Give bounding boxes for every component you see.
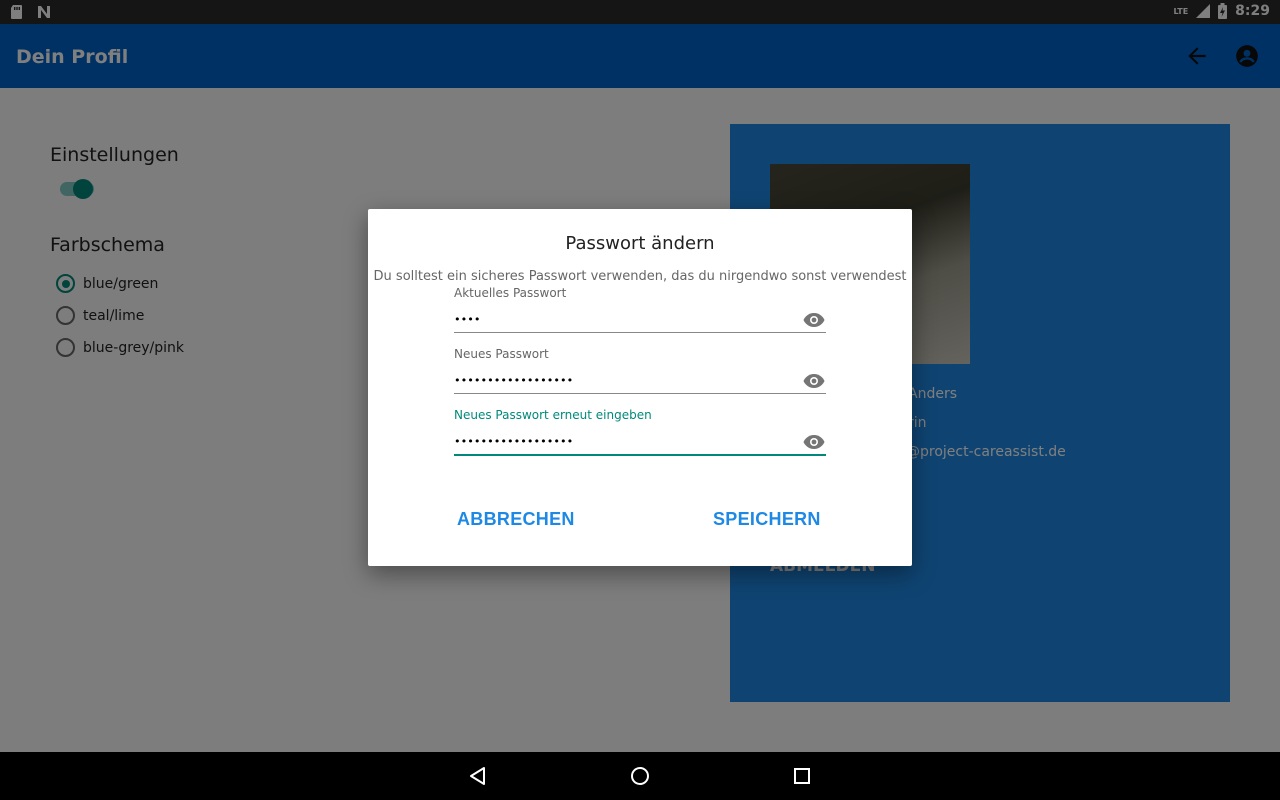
- save-button[interactable]: SPEICHERN: [713, 505, 821, 534]
- current-password-input[interactable]: [454, 308, 784, 331]
- confirm-password-input[interactable]: [454, 430, 784, 453]
- field-label: Neues Passwort: [454, 347, 549, 361]
- visibility-eye-icon[interactable]: [802, 369, 826, 393]
- visibility-eye-icon[interactable]: [802, 430, 826, 454]
- field-label: Neues Passwort erneut eingeben: [454, 408, 652, 422]
- confirm-password-field: Neues Passwort erneut eingeben: [454, 408, 826, 456]
- system-nav-bar: [0, 752, 1280, 800]
- nav-recents-icon[interactable]: [790, 764, 814, 788]
- nav-back-icon[interactable]: [466, 764, 490, 788]
- visibility-eye-icon[interactable]: [802, 308, 826, 332]
- dialog-subtitle: Du solltest ein sicheres Passwort verwen…: [373, 269, 907, 284]
- change-password-dialog: Passwort ändern Du solltest ein sicheres…: [368, 209, 912, 566]
- field-input-wrapper: [454, 308, 826, 333]
- current-password-field: Aktuelles Passwort: [454, 286, 826, 333]
- field-input-wrapper: [454, 430, 826, 456]
- new-password-input[interactable]: [454, 369, 784, 392]
- field-input-wrapper: [454, 369, 826, 394]
- cancel-button[interactable]: ABBRECHEN: [457, 505, 575, 534]
- dialog-title: Passwort ändern: [565, 233, 715, 254]
- new-password-field: Neues Passwort: [454, 347, 826, 394]
- nav-home-icon[interactable]: [628, 764, 652, 788]
- field-label: Aktuelles Passwort: [454, 286, 567, 300]
